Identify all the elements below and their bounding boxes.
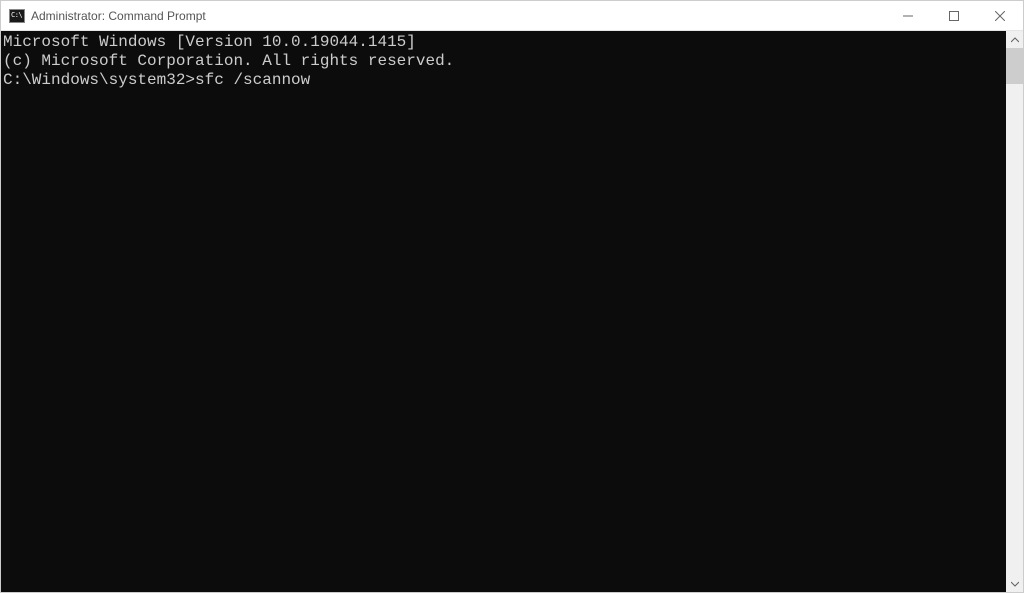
scrollbar-down-button[interactable] xyxy=(1006,575,1023,592)
vertical-scrollbar[interactable] xyxy=(1006,31,1023,592)
chevron-up-icon xyxy=(1011,36,1019,44)
app-icon: C:\ xyxy=(9,8,25,24)
content-area: Microsoft Windows [Version 10.0.19044.14… xyxy=(1,31,1023,592)
maximize-button[interactable] xyxy=(931,1,977,30)
scrollbar-track[interactable] xyxy=(1006,48,1023,575)
scrollbar-thumb[interactable] xyxy=(1006,48,1023,84)
minimize-icon xyxy=(903,11,913,21)
close-icon xyxy=(995,11,1005,21)
chevron-down-icon xyxy=(1011,580,1019,588)
window-title: Administrator: Command Prompt xyxy=(31,9,206,23)
scrollbar-up-button[interactable] xyxy=(1006,31,1023,48)
terminal-output[interactable]: Microsoft Windows [Version 10.0.19044.14… xyxy=(1,31,1006,592)
maximize-icon xyxy=(949,11,959,21)
close-button[interactable] xyxy=(977,1,1023,30)
terminal-line: (c) Microsoft Corporation. All rights re… xyxy=(3,52,1004,71)
window-controls xyxy=(885,1,1023,30)
terminal-line: Microsoft Windows [Version 10.0.19044.14… xyxy=(3,33,1004,52)
terminal-prompt: C:\Windows\system32> xyxy=(3,71,195,89)
terminal-prompt-line: C:\Windows\system32>sfc /scannow xyxy=(3,71,1004,90)
command-prompt-window: C:\ Administrator: Command Prompt xyxy=(0,0,1024,593)
titlebar[interactable]: C:\ Administrator: Command Prompt xyxy=(1,1,1023,31)
minimize-button[interactable] xyxy=(885,1,931,30)
terminal-command: sfc /scannow xyxy=(195,71,310,89)
